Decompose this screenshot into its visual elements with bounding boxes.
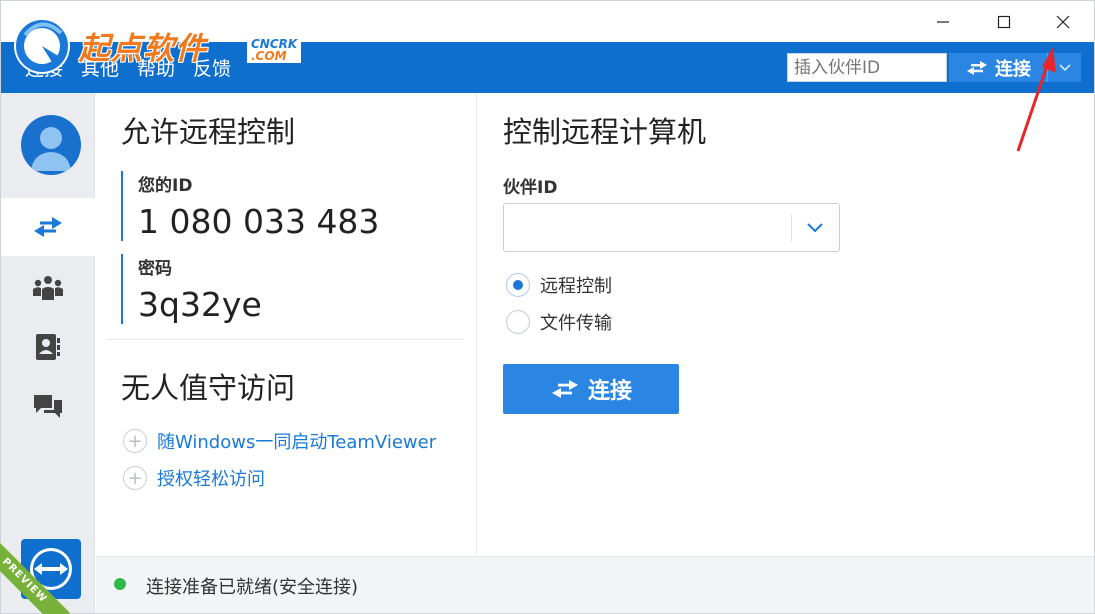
avatar[interactable] [21, 115, 81, 175]
section-divider [108, 339, 464, 340]
grant-easy-access-label: 授权轻松访问 [157, 469, 265, 490]
your-id-block: 您的ID 1 080 033 483 [121, 171, 421, 241]
combobox-separator [791, 214, 792, 242]
chevron-down-icon [807, 223, 823, 233]
sidebar-item-meeting[interactable] [1, 259, 95, 317]
sidebar: PREVIEW [0, 93, 95, 614]
maximize-icon [997, 15, 1011, 29]
password-block: 密码 3q32ye [121, 254, 421, 324]
password-value: 3q32ye [138, 285, 262, 324]
allow-remote-panel: 允许远程控制 您的ID 1 080 033 483 密码 3q32ye 无人值守… [96, 93, 477, 555]
partner-id-quick-input[interactable] [787, 53, 947, 82]
status-bar: 连接准备已就绪(安全连接) [96, 556, 1094, 613]
maximize-button[interactable] [981, 7, 1027, 37]
watermark-badge: CNCRK .COM [247, 37, 302, 63]
minimize-icon [937, 21, 949, 23]
contact-book-icon [36, 334, 60, 360]
start-with-windows-link[interactable]: + 随Windows一同启动TeamViewer [123, 428, 436, 454]
teamviewer-window: 连接 其他 帮助 反馈 连接 起点软件 CNCRK .COM [0, 0, 1095, 614]
remote-control-radio[interactable] [506, 273, 530, 297]
plus-icon: + [123, 429, 147, 453]
file-transfer-label: 文件传输 [540, 313, 612, 334]
your-id-value: 1 080 033 483 [138, 202, 380, 241]
sidebar-item-contacts[interactable] [1, 318, 95, 376]
plus-icon: + [123, 466, 147, 490]
status-text: 连接准备已就绪(安全连接) [146, 577, 359, 598]
swap-arrows-icon [34, 217, 62, 237]
watermark-badge-bottom: .COM [251, 49, 287, 63]
red-annotation-arrow [1016, 47, 1056, 152]
control-remote-panel: 控制远程计算机 伙伴ID 远程控制 文件传输 连接 [478, 93, 1094, 555]
option-file-transfer[interactable]: 文件传输 [506, 309, 612, 335]
start-with-windows-label: 随Windows一同启动TeamViewer [157, 432, 437, 453]
partner-id-label: 伙伴ID [503, 178, 558, 198]
watermark-logo: 起点软件 CNCRK .COM [11, 13, 302, 81]
status-indicator-dot [114, 578, 126, 590]
user-icon [31, 127, 71, 171]
unattended-title: 无人值守访问 [121, 371, 296, 405]
group-icon [33, 276, 63, 300]
close-button[interactable] [1040, 7, 1086, 37]
watermark-logo-icon [14, 18, 70, 74]
chat-bubbles-icon [34, 395, 62, 418]
swap-arrows-icon [967, 60, 987, 75]
allow-remote-title: 允许远程控制 [121, 115, 296, 149]
close-icon [1056, 15, 1070, 29]
connect-button[interactable]: 连接 [503, 364, 679, 414]
control-remote-title: 控制远程计算机 [503, 115, 707, 149]
sidebar-item-remote-control[interactable] [1, 198, 95, 256]
connect-button-label: 连接 [587, 379, 632, 404]
file-transfer-radio[interactable] [506, 310, 530, 334]
password-label: 密码 [138, 259, 172, 279]
your-id-label: 您的ID [138, 176, 193, 196]
watermark-brand-text: 起点软件 [79, 31, 207, 67]
option-remote-control[interactable]: 远程控制 [506, 272, 612, 298]
swap-arrows-icon [551, 380, 578, 398]
remote-control-label: 远程控制 [540, 276, 612, 297]
partner-id-dropdown-button[interactable] [802, 215, 828, 241]
partner-id-combobox[interactable] [503, 203, 840, 252]
minimize-button[interactable] [920, 7, 966, 37]
grant-easy-access-link[interactable]: + 授权轻松访问 [123, 465, 265, 491]
sidebar-item-chat[interactable] [1, 378, 95, 436]
